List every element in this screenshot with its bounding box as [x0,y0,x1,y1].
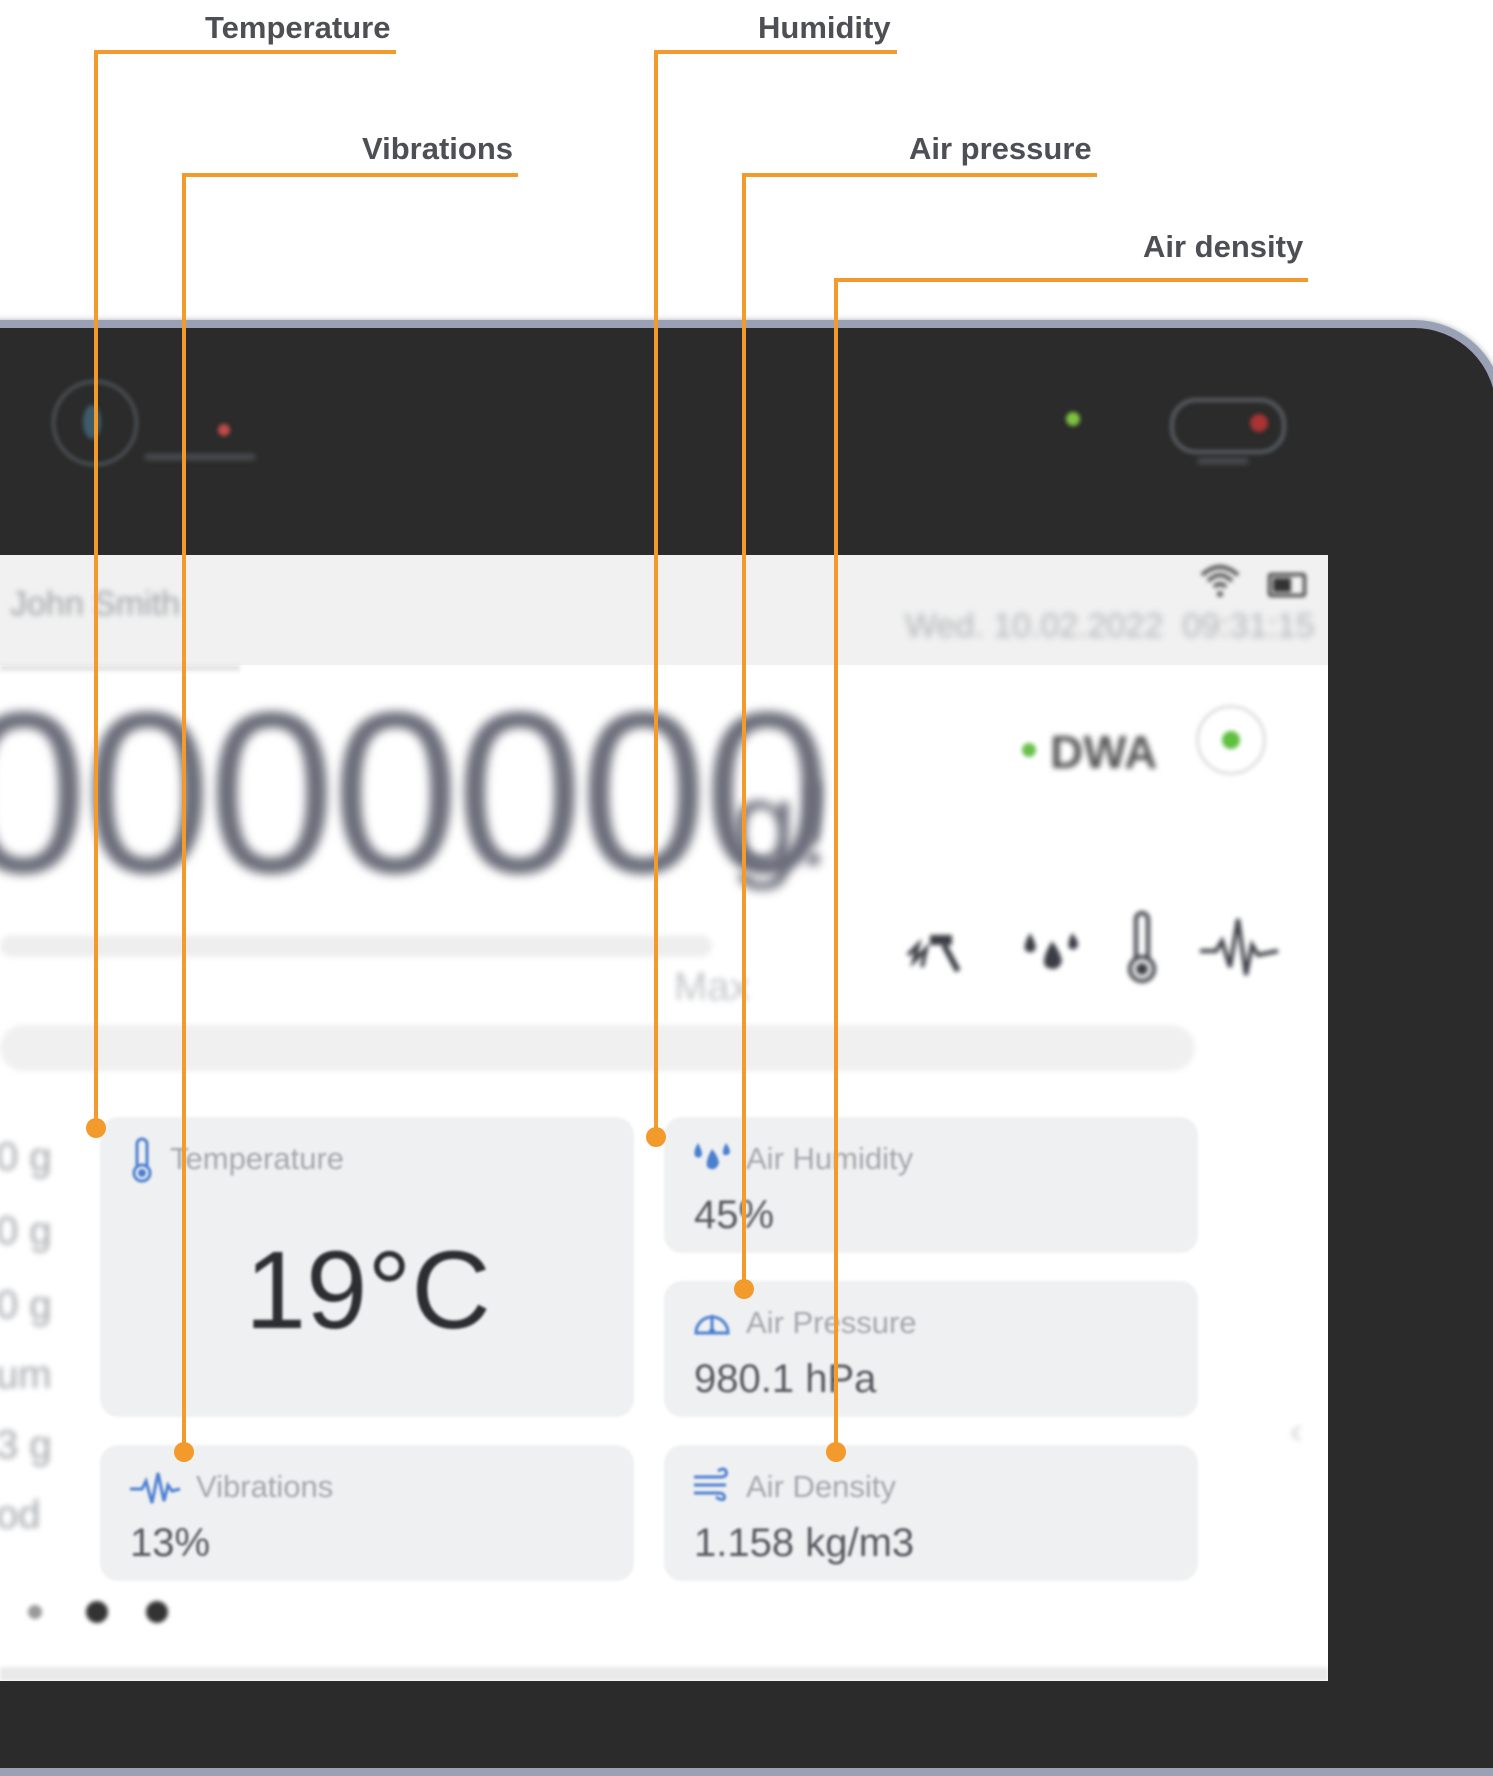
temperature-callout-line [86,50,396,1138]
air-density-callout-line [826,278,1308,1462]
air-density-callout-label: Air density [1143,229,1304,264]
temperature-callout-label: Temperature [205,10,391,45]
humidity-callout-label: Humidity [758,10,891,45]
air-pressure-callout-line [734,173,1097,1299]
humidity-callout-line [646,50,897,1147]
air-pressure-callout-label: Air pressure [909,131,1092,166]
vibrations-callout-label: Vibrations [362,131,514,166]
vibrations-callout-line [174,173,518,1462]
